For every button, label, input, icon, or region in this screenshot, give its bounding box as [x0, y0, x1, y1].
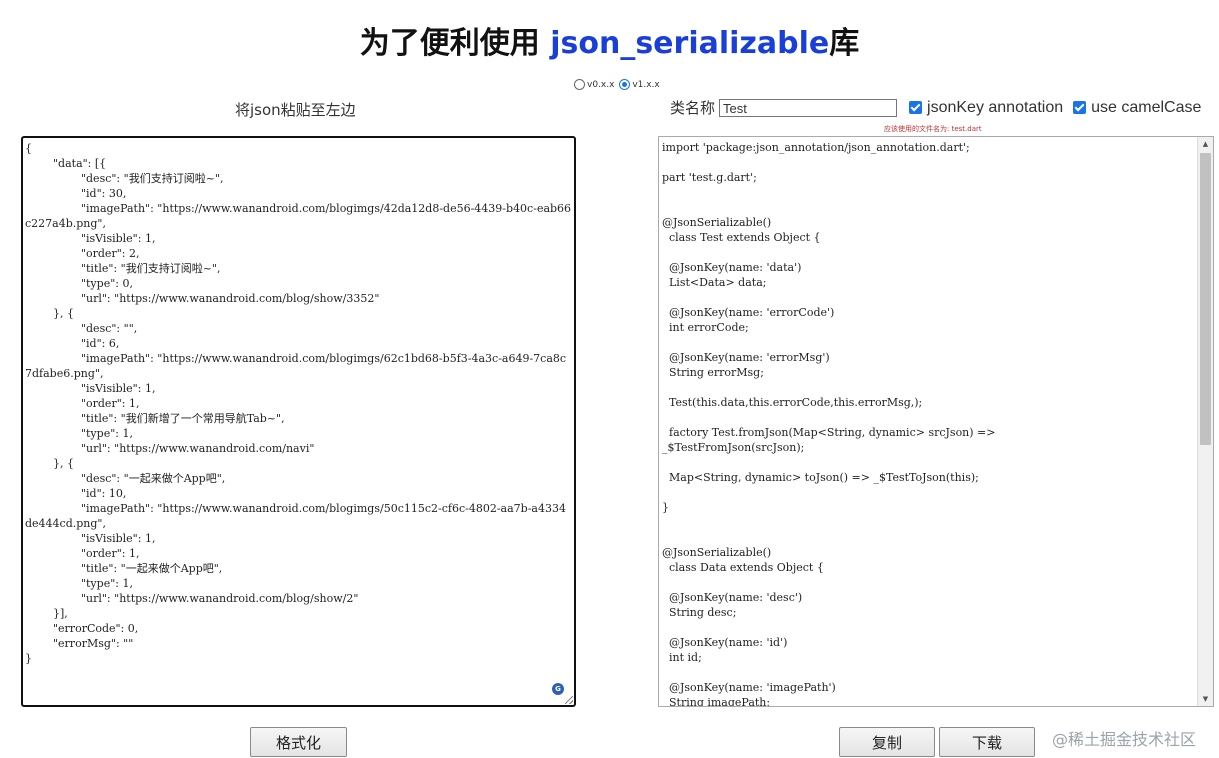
json-input-label: 将json粘贴至左边: [235, 101, 356, 119]
resize-handle-icon[interactable]: [565, 696, 573, 704]
class-options-bar: 类名称 Test jsonKey annotation use camelCas…: [670, 97, 1207, 118]
version-selector: v0.x.x v1.x.x: [574, 79, 662, 93]
title-highlight: json_serializable: [550, 26, 830, 61]
jsonkey-label: jsonKey annotation: [927, 98, 1064, 116]
page-title: 为了便利使用 json_serializable库: [0, 18, 1219, 62]
camelcase-label: use camelCase: [1091, 98, 1202, 116]
radio-v0[interactable]: [574, 79, 585, 90]
download-button[interactable]: 下载: [939, 727, 1035, 757]
scroll-thumb[interactable]: [1200, 153, 1211, 445]
copy-button[interactable]: 复制: [839, 727, 935, 757]
json-input-content: { "data": [{ "desc": "我们支持订阅啦~", "id": 3…: [25, 142, 572, 665]
camelcase-checkbox[interactable]: [1073, 101, 1087, 114]
version-option-v0[interactable]: v0.x.x: [574, 79, 614, 90]
scroll-down-arrow-icon[interactable]: ▼: [1198, 692, 1213, 706]
file-name-hint: 应该使用的文件名为: test.dart: [884, 125, 982, 133]
watermark: @稀土掘金技术社区: [1052, 730, 1197, 749]
scroll-up-arrow-icon[interactable]: ▲: [1198, 137, 1213, 151]
dart-output-textarea[interactable]: import 'package:json_annotation/json_ann…: [658, 136, 1214, 707]
class-name-label: 类名称: [670, 99, 716, 117]
version-v1-label: v1.x.x: [632, 79, 660, 90]
title-suffix: 库: [829, 26, 860, 61]
json-input-textarea[interactable]: { "data": [{ "desc": "我们支持订阅啦~", "id": 3…: [21, 136, 576, 707]
radio-v1[interactable]: [619, 79, 631, 90]
version-option-v1[interactable]: v1.x.x: [619, 79, 660, 90]
class-name-input[interactable]: Test: [719, 98, 898, 117]
format-button[interactable]: 格式化: [250, 727, 347, 757]
version-v0-label: v0.x.x: [587, 79, 615, 90]
title-prefix: 为了便利使用: [359, 26, 551, 61]
dart-output-content: import 'package:json_annotation/json_ann…: [662, 141, 996, 707]
output-scrollbar[interactable]: ▲ ▼: [1197, 137, 1213, 706]
grammar-check-icon[interactable]: G: [552, 683, 564, 695]
jsonkey-checkbox[interactable]: [909, 101, 923, 114]
